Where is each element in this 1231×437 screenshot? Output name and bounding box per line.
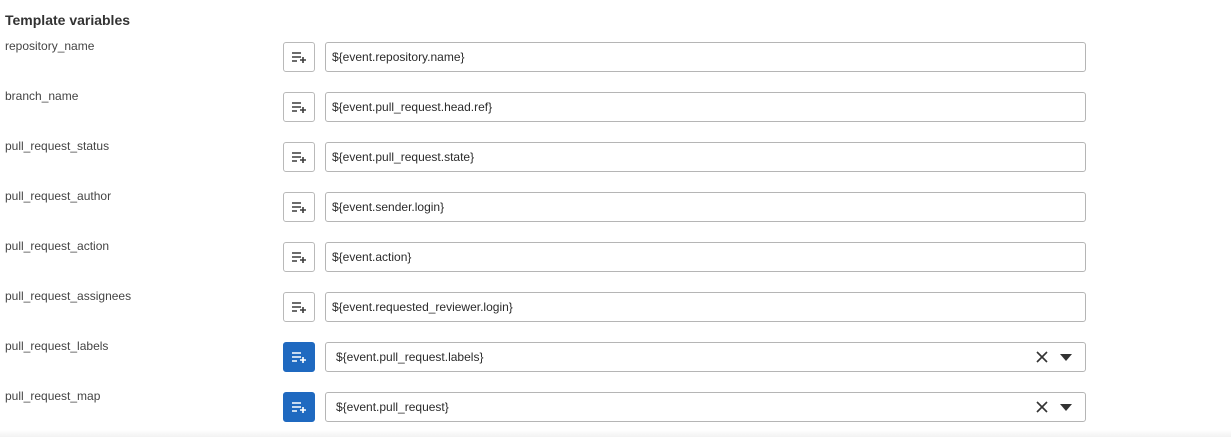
variable-name-label: pull_request_labels [5,339,109,353]
variable-value-field[interactable] [325,92,1086,122]
insert-variable-icon [292,202,306,213]
variable-value-select[interactable]: ${event.pull_request.labels} [325,342,1086,372]
close-icon[interactable] [1035,350,1049,364]
variable-value-select[interactable]: ${event.pull_request} [325,392,1086,422]
variable-row: branch_name [0,89,1231,122]
variable-value-input[interactable] [326,243,1072,271]
variable-name-label: pull_request_status [5,139,110,153]
variable-row: pull_request_status [0,139,1231,172]
chevron-down-icon[interactable] [1060,404,1072,411]
chevron-down-icon[interactable] [1060,354,1072,361]
variable-value-input[interactable] [326,143,1072,171]
insert-variable-icon [292,102,306,113]
variable-row: pull_request_map ${event.pull_request} [0,389,1231,422]
selected-value: ${event.pull_request} [336,400,449,414]
variable-value-input[interactable] [326,43,1072,71]
variable-value-field[interactable] [325,292,1086,322]
section-title: Template variables [5,12,131,28]
variable-row: pull_request_action [0,239,1231,272]
variable-name-label: pull_request_author [5,189,112,203]
variable-name-label: pull_request_map [5,389,101,403]
variable-value-input[interactable] [326,93,1072,121]
variable-value-input[interactable] [326,193,1072,221]
insert-variable-icon [292,402,306,413]
variable-name-label: branch_name [5,89,79,103]
bottom-divider [0,430,1231,437]
variable-row: pull_request_author [0,189,1231,222]
insert-variable-button[interactable] [283,142,315,172]
insert-variable-button[interactable] [283,42,315,72]
variable-name-label: pull_request_action [5,239,110,253]
variable-value-input[interactable] [326,293,1072,321]
variable-value-field[interactable] [325,192,1086,222]
variable-row: repository_name [0,39,1231,72]
variable-value-field[interactable] [325,42,1086,72]
insert-variable-button[interactable] [283,392,315,422]
variable-row: pull_request_assignees [0,289,1231,322]
variable-value-field[interactable] [325,242,1086,272]
close-icon[interactable] [1035,400,1049,414]
variable-name-label: pull_request_assignees [5,289,132,303]
insert-variable-button[interactable] [283,242,315,272]
variable-name-label: repository_name [5,39,95,53]
insert-variable-icon [292,52,306,63]
insert-variable-icon [292,352,306,363]
selected-value: ${event.pull_request.labels} [336,350,484,364]
insert-variable-button[interactable] [283,292,315,322]
variable-row: pull_request_labels ${event.pull_request… [0,339,1231,372]
insert-variable-button[interactable] [283,342,315,372]
insert-variable-icon [292,152,306,163]
insert-variable-icon [292,302,306,313]
variable-value-field[interactable] [325,142,1086,172]
insert-variable-icon [292,252,306,263]
insert-variable-button[interactable] [283,192,315,222]
insert-variable-button[interactable] [283,92,315,122]
